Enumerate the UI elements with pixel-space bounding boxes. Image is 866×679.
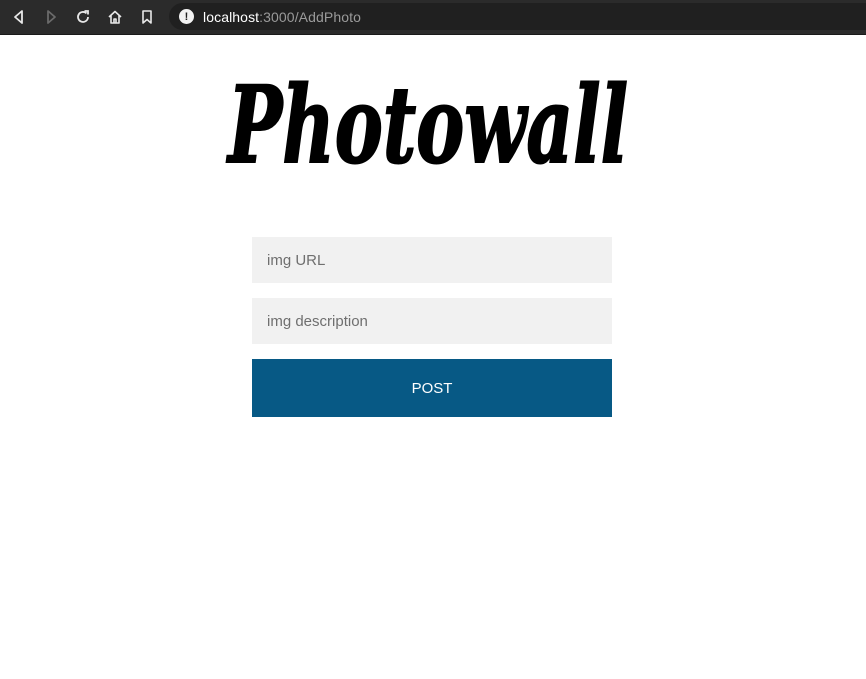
- reload-icon: [77, 10, 89, 23]
- home-button[interactable]: [102, 4, 128, 30]
- logo-svg: Photowall: [225, 61, 629, 188]
- back-button[interactable]: [6, 4, 32, 30]
- photowall-logo: Photowall: [208, 61, 648, 188]
- url-host: localhost: [203, 8, 260, 25]
- bookmark-icon: [142, 10, 152, 24]
- forward-button[interactable]: [38, 4, 64, 30]
- url-path: :3000/AddPhoto: [259, 8, 361, 25]
- post-button[interactable]: POST: [252, 359, 612, 417]
- info-icon[interactable]: !: [179, 9, 194, 24]
- back-icon: [14, 10, 23, 24]
- img-url-input[interactable]: [252, 237, 612, 283]
- reload-button[interactable]: [70, 4, 96, 30]
- add-photo-form: POST: [252, 237, 612, 417]
- bookmark-button[interactable]: [134, 4, 160, 30]
- logo-text: Photowall: [226, 62, 628, 178]
- forward-icon: [47, 10, 56, 24]
- address-bar[interactable]: ! localhost:3000/AddPhoto: [169, 3, 866, 30]
- browser-toolbar: ! localhost:3000/AddPhoto: [0, 0, 866, 35]
- home-icon: [108, 10, 122, 24]
- img-description-input[interactable]: [252, 298, 612, 344]
- url-text: localhost:3000/AddPhoto: [203, 9, 361, 25]
